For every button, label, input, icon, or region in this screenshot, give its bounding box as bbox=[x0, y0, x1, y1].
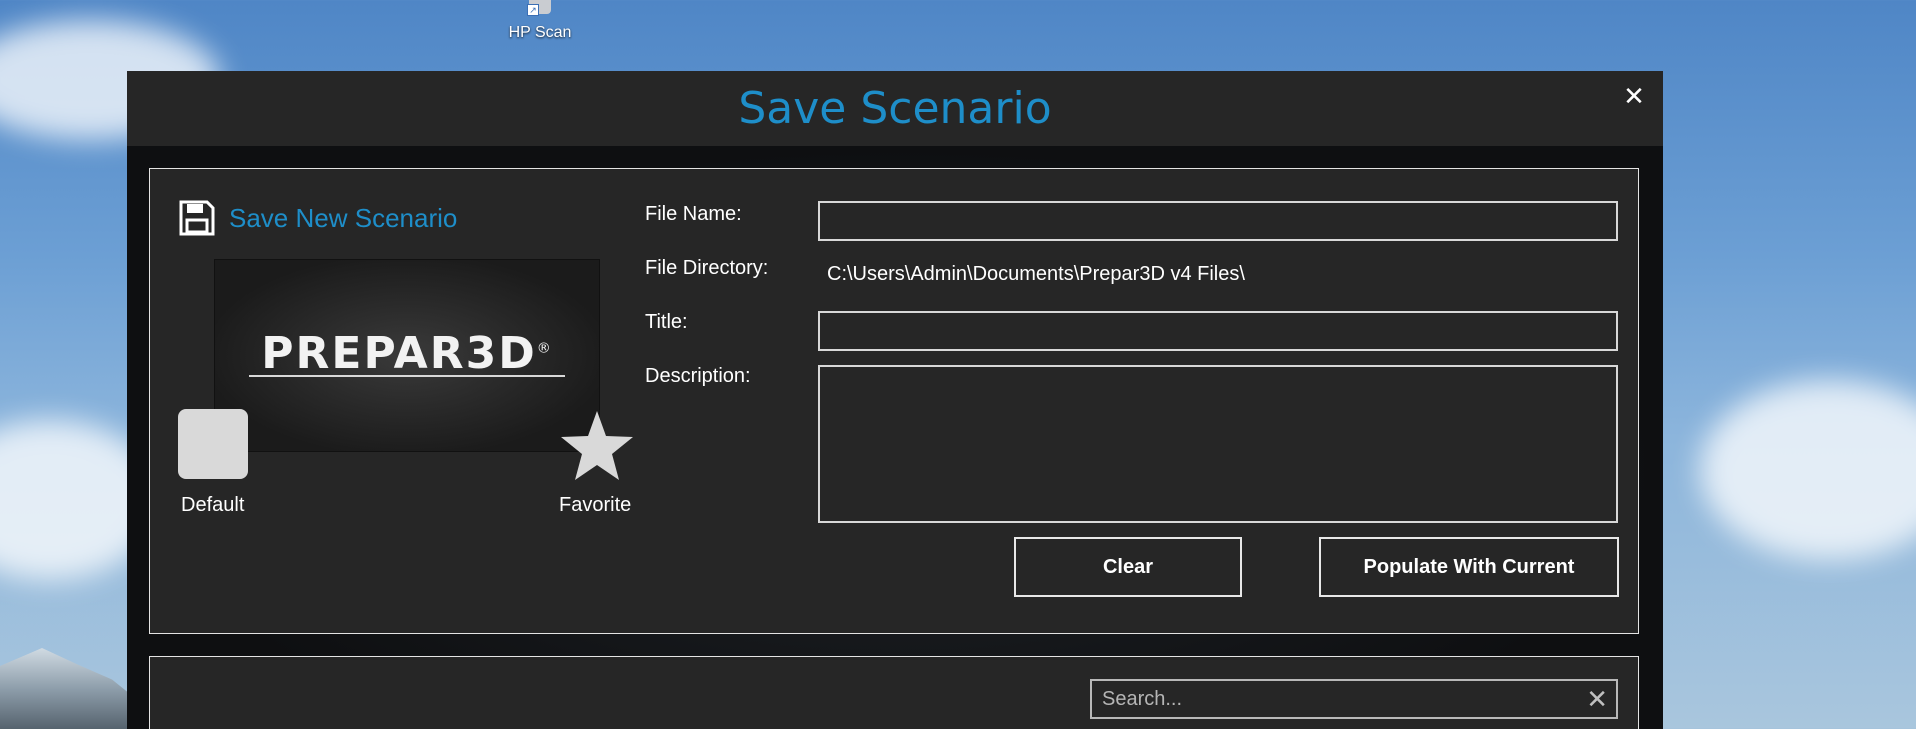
search-box: ✕ bbox=[1090, 679, 1618, 719]
desktop-shortcut-hp-scan[interactable]: ↗ HP Scan bbox=[500, 0, 580, 42]
title-input[interactable] bbox=[818, 311, 1618, 351]
shortcut-arrow-icon: ↗ bbox=[527, 4, 539, 16]
favorite-label: Favorite bbox=[559, 494, 632, 516]
favorite-star-icon[interactable] bbox=[559, 409, 635, 481]
title-label: Title: bbox=[645, 311, 688, 333]
file-directory-value: C:\Users\Admin\Documents\Prepar3D v4 Fil… bbox=[827, 263, 1245, 285]
prepar3d-logo: PREPAR3D® bbox=[215, 328, 599, 379]
desktop-icon-label: HP Scan bbox=[508, 24, 572, 41]
save-heading-text: Save New Scenario bbox=[229, 202, 458, 233]
logo-underline bbox=[249, 375, 565, 377]
scenario-list-panel: ✕ bbox=[149, 656, 1639, 729]
logo-text: PREPAR3D bbox=[261, 328, 537, 379]
dialog-body: Save New Scenario PREPAR3D® Default Favo… bbox=[127, 146, 1663, 729]
populate-with-current-button[interactable]: Populate With Current bbox=[1319, 537, 1619, 597]
search-clear-icon[interactable]: ✕ bbox=[1586, 683, 1608, 715]
search-input[interactable] bbox=[1092, 681, 1562, 717]
description-label: Description: bbox=[645, 365, 751, 387]
dialog-title: Save Scenario bbox=[738, 83, 1052, 134]
description-textarea[interactable] bbox=[818, 365, 1618, 523]
file-directory-label: File Directory: bbox=[645, 257, 769, 279]
floppy-disk-icon bbox=[179, 200, 215, 236]
scanner-icon: ↗ bbox=[527, 0, 551, 16]
scenario-thumbnail[interactable]: PREPAR3D® bbox=[214, 259, 600, 452]
file-name-input[interactable] bbox=[818, 201, 1618, 241]
save-new-scenario-panel: Save New Scenario PREPAR3D® Default Favo… bbox=[149, 168, 1639, 634]
default-label: Default bbox=[181, 494, 245, 516]
save-scenario-dialog: Save Scenario ✕ Save New Scenario PREPAR… bbox=[127, 71, 1663, 729]
default-thumbnail-button[interactable] bbox=[178, 409, 248, 479]
clear-button[interactable]: Clear bbox=[1014, 537, 1242, 597]
registered-mark: ® bbox=[536, 340, 553, 357]
mountain-backdrop bbox=[0, 648, 140, 729]
title-bar: Save Scenario ✕ bbox=[127, 71, 1663, 146]
file-name-label: File Name: bbox=[645, 203, 742, 225]
cloud bbox=[1700, 380, 1916, 560]
save-new-scenario-heading: Save New Scenario bbox=[178, 199, 457, 237]
close-button[interactable]: ✕ bbox=[1619, 81, 1649, 111]
